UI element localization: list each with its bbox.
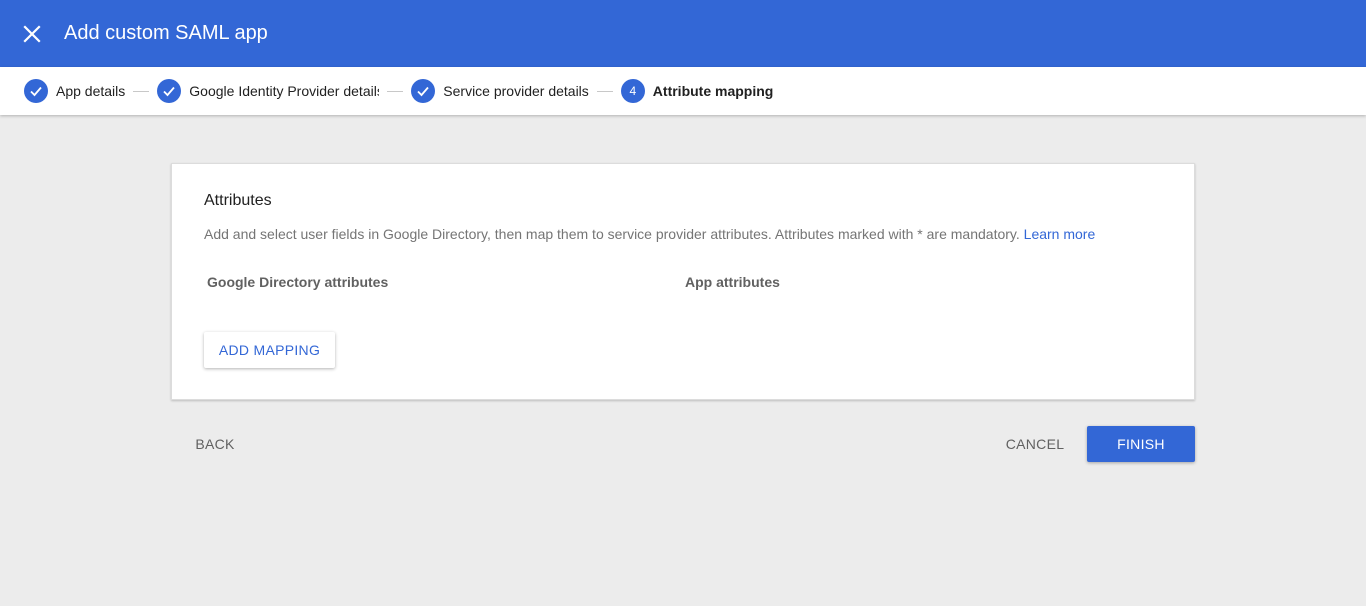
step-label: Google Identity Provider details bbox=[189, 83, 380, 99]
mapping-header: Google Directory attributes App attribut… bbox=[204, 274, 1162, 294]
step-attribute-mapping[interactable]: 4 Attribute mapping bbox=[620, 79, 774, 103]
description-text: Add and select user fields in Google Dir… bbox=[204, 226, 1020, 242]
finish-button[interactable]: FINISH bbox=[1087, 426, 1195, 462]
add-mapping-button[interactable]: ADD MAPPING bbox=[204, 332, 335, 368]
step-divider bbox=[596, 90, 613, 92]
close-icon bbox=[23, 24, 41, 43]
col-header-app: App attributes bbox=[685, 274, 780, 290]
back-button[interactable]: BACK bbox=[187, 426, 243, 462]
step-app-details[interactable]: App details bbox=[24, 79, 125, 103]
cancel-button[interactable]: CANCEL bbox=[998, 426, 1072, 462]
step-label: Attribute mapping bbox=[652, 83, 774, 99]
step-divider bbox=[387, 90, 404, 92]
step-idp-details[interactable]: Google Identity Provider details bbox=[157, 79, 379, 103]
learn-more-link[interactable]: Learn more bbox=[1024, 226, 1096, 242]
step-number: 4 bbox=[620, 79, 645, 103]
check-icon bbox=[411, 79, 436, 103]
step-divider bbox=[133, 90, 150, 92]
attributes-card: Attributes Add and select user fields in… bbox=[171, 163, 1195, 400]
card-title: Attributes bbox=[204, 192, 272, 209]
check-icon bbox=[157, 79, 182, 103]
step-label: App details bbox=[56, 83, 126, 99]
page-title: Add custom SAML app bbox=[64, 22, 268, 44]
step-label: Service provider details bbox=[443, 83, 589, 99]
card-description: Add and select user fields in Google Dir… bbox=[204, 224, 1162, 244]
col-header-directory: Google Directory attributes bbox=[207, 274, 389, 290]
close-button[interactable] bbox=[0, 0, 64, 67]
check-icon bbox=[24, 79, 48, 103]
app-header: Add custom SAML app bbox=[0, 0, 1366, 67]
stepper: App details Google Identity Provider det… bbox=[0, 67, 1366, 115]
step-sp-details[interactable]: Service provider details bbox=[411, 79, 589, 103]
